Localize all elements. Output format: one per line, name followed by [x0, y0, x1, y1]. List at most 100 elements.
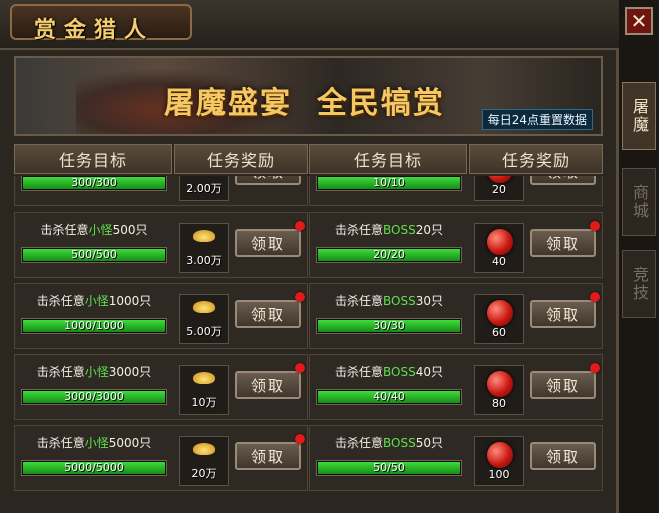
task-row: 击杀任意BOSS30只 30/30 60 领取 — [309, 283, 603, 349]
progress-text: 5000/5000 — [64, 461, 124, 474]
claim-button[interactable]: 领取 — [235, 229, 301, 257]
tab-slay-demons[interactable]: 屠魔 — [622, 82, 656, 150]
task-list[interactable]: 300/3002.00万领取击杀任意小怪500只500/5003.00万领取击杀… — [14, 176, 603, 513]
reward-amount: 100 — [488, 468, 510, 481]
notification-dot — [295, 363, 305, 373]
header-task-reward: 任务奖励 — [174, 144, 308, 174]
task-count: 5000只 — [108, 436, 152, 450]
red-orb-icon — [487, 371, 513, 397]
progress-text: 1000/1000 — [64, 319, 124, 332]
progress-text: 40/40 — [373, 390, 405, 403]
progress-bar: 10/10 — [316, 176, 462, 191]
notification-dot — [295, 434, 305, 444]
close-icon: ✕ — [630, 9, 648, 33]
progress-text: 300/300 — [71, 176, 117, 189]
gold-ingot-icon — [193, 372, 215, 384]
reward-slot[interactable]: 2.00万 — [179, 176, 229, 201]
reward-amount: 10万 — [191, 396, 217, 409]
claim-button[interactable]: 领取 — [235, 371, 301, 399]
reward-slot[interactable]: 10万 — [179, 365, 229, 415]
progress-bar: 30/30 — [316, 318, 462, 334]
progress-text: 500/500 — [71, 248, 117, 261]
progress-bar: 3000/3000 — [21, 389, 167, 405]
claim-button[interactable]: 领取 — [235, 442, 301, 470]
reward-amount: 80 — [492, 397, 506, 410]
claim-button[interactable]: 领取 — [530, 176, 596, 185]
task-target-type: BOSS — [383, 365, 416, 379]
red-orb-icon — [487, 442, 513, 468]
close-button[interactable]: ✕ — [625, 7, 653, 35]
reward-amount: 2.00万 — [186, 182, 222, 195]
reward-slot[interactable]: 60 — [474, 294, 524, 344]
claim-button[interactable]: 领取 — [235, 300, 301, 328]
task-target-type: BOSS — [383, 223, 416, 237]
reward-slot[interactable]: 80 — [474, 365, 524, 415]
progress-text: 30/30 — [373, 319, 405, 332]
task-row: 击杀任意BOSS40只 40/40 80 领取 — [309, 354, 603, 420]
task-row: 击杀任意小怪3000只 3000/3000 10万 领取 — [14, 354, 308, 420]
claim-button[interactable]: 领取 — [235, 176, 301, 185]
reward-slot[interactable]: 3.00万 — [179, 223, 229, 273]
progress-bar: 40/40 — [316, 389, 462, 405]
task-target-type: 小怪 — [84, 294, 109, 308]
tab-arena[interactable]: 竞技 — [622, 250, 656, 318]
task-count: 1000只 — [108, 294, 152, 308]
task-description: 击杀任意BOSS50只 — [310, 434, 468, 451]
tab-shop[interactable]: 商城 — [622, 168, 656, 236]
task-prefix: 击杀任意 — [40, 223, 89, 237]
gold-ingot-icon — [193, 301, 215, 313]
header-task-target: 任务目标 — [309, 144, 467, 174]
task-description: 击杀任意BOSS40只 — [310, 363, 468, 380]
title-plate: 赏金猎人 — [10, 4, 192, 43]
progress-bar: 300/300 — [21, 176, 167, 191]
task-count: 20只 — [415, 223, 443, 237]
task-row: 300/300 2.00万 领取 — [14, 176, 308, 206]
task-description: 击杀任意小怪500只 — [15, 221, 173, 238]
reward-slot[interactable]: 5.00万 — [179, 294, 229, 344]
progress-text: 50/50 — [373, 461, 405, 474]
title-bar: 赏金猎人 — [0, 0, 619, 50]
red-orb-icon — [487, 300, 513, 326]
reward-slot[interactable]: 20万 — [179, 436, 229, 486]
task-prefix: 击杀任意 — [335, 223, 384, 237]
task-row: 击杀任意BOSS50只 50/50 100 领取 — [309, 425, 603, 491]
reward-slot[interactable]: 100 — [474, 436, 524, 486]
claim-button[interactable]: 领取 — [530, 300, 596, 328]
claim-button[interactable]: 领取 — [530, 229, 596, 257]
reward-amount: 20万 — [191, 467, 217, 480]
task-target-type: 小怪 — [84, 436, 109, 450]
red-orb-icon — [487, 229, 513, 255]
header-task-target: 任务目标 — [14, 144, 172, 174]
task-description: 击杀任意小怪3000只 — [15, 363, 173, 380]
notification-dot — [590, 221, 600, 231]
task-description: 击杀任意BOSS20只 — [310, 221, 468, 238]
task-count: 40只 — [415, 365, 443, 379]
claim-button[interactable]: 领取 — [530, 371, 596, 399]
task-prefix: 击杀任意 — [36, 365, 85, 379]
progress-bar: 20/20 — [316, 247, 462, 263]
task-prefix: 击杀任意 — [335, 365, 384, 379]
notification-dot — [590, 363, 600, 373]
task-row: 击杀任意小怪500只 500/500 3.00万 领取 — [14, 212, 308, 278]
bounty-window: 赏金猎人 屠魔盛宴 全民犒赏 每日24点重置数据 任务目标 任务奖励 任务目标 … — [0, 0, 619, 513]
reward-amount: 5.00万 — [186, 325, 222, 338]
task-row: 击杀任意小怪5000只 5000/5000 20万 领取 — [14, 425, 308, 491]
task-row: 击杀任意BOSS20只 20/20 40 领取 — [309, 212, 603, 278]
task-row: 击杀任意小怪1000只 1000/1000 5.00万 领取 — [14, 283, 308, 349]
banner-title: 屠魔盛宴 全民犒赏 — [164, 86, 445, 121]
progress-text: 3000/3000 — [64, 390, 124, 403]
header-task-reward: 任务奖励 — [469, 144, 603, 174]
task-count: 3000只 — [108, 365, 152, 379]
reward-amount: 3.00万 — [186, 254, 222, 267]
reward-slot[interactable]: 40 — [474, 223, 524, 273]
window-title: 赏金猎人 — [34, 18, 155, 43]
task-description: 击杀任意BOSS30只 — [310, 292, 468, 309]
notification-dot — [295, 292, 305, 302]
event-banner: 屠魔盛宴 全民犒赏 每日24点重置数据 — [14, 56, 603, 136]
reward-slot[interactable]: 20 — [474, 176, 524, 201]
reset-notice: 每日24点重置数据 — [481, 109, 593, 130]
task-count: 30只 — [415, 294, 443, 308]
task-count: 50只 — [415, 436, 443, 450]
task-target-type: 小怪 — [88, 223, 113, 237]
claim-button[interactable]: 领取 — [530, 442, 596, 470]
